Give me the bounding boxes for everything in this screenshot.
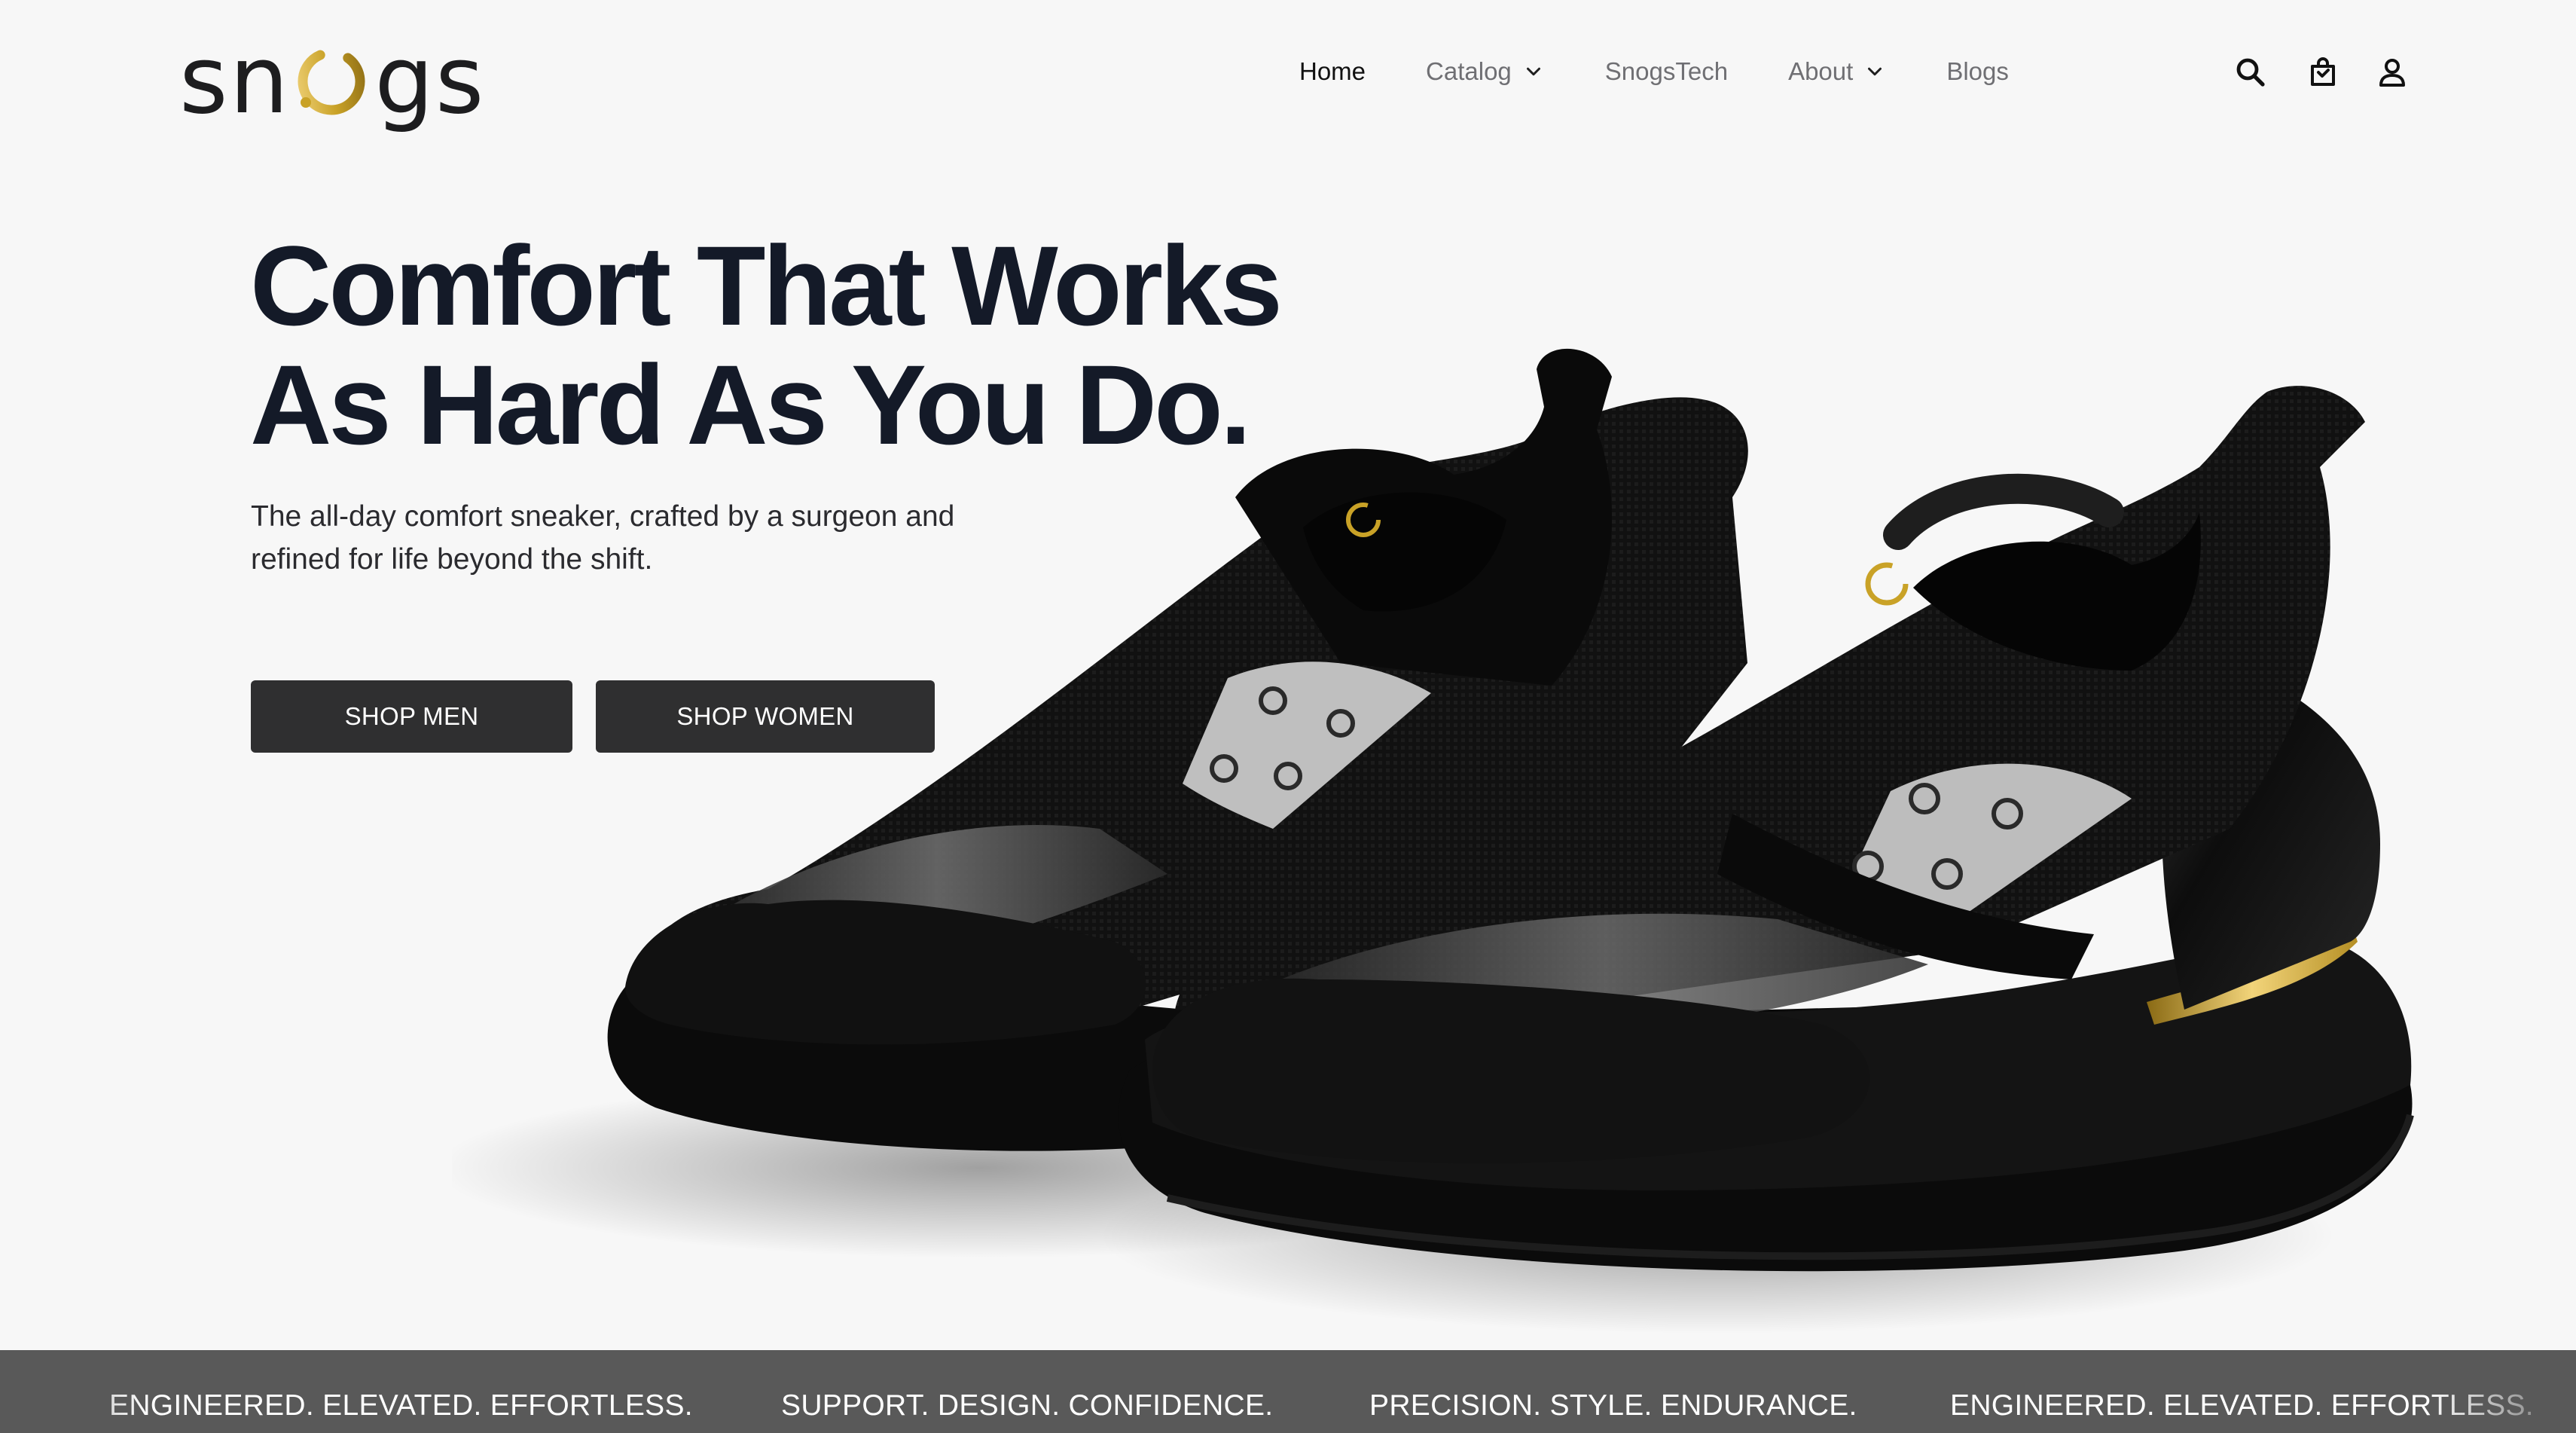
marquee-item: ENGINEERED. ELEVATED. EFFORTLESS. bbox=[109, 1389, 693, 1422]
marquee-item: SUPPORT. DESIGN. CONFIDENCE. bbox=[781, 1389, 1274, 1422]
nav-blogs-label: Blogs bbox=[1946, 57, 2009, 85]
search-icon[interactable] bbox=[2233, 53, 2269, 92]
hero-sneakers-image bbox=[452, 348, 2414, 1334]
logo-ring-icon bbox=[298, 47, 365, 115]
nav-catalog-label: Catalog bbox=[1426, 57, 1512, 85]
marquee-fade-right bbox=[2425, 1350, 2576, 1433]
site-header: sn gs Home Catalog SnogsTech About Blogs bbox=[0, 0, 2576, 143]
nav-about[interactable]: About bbox=[1788, 57, 1886, 86]
hero-title-line1: Comfort That Works bbox=[250, 222, 1283, 349]
account-icon[interactable] bbox=[2374, 53, 2410, 92]
nav-snogstech[interactable]: SnogsTech bbox=[1605, 57, 1728, 86]
nav-snogstech-label: SnogsTech bbox=[1604, 57, 1729, 85]
chevron-down-icon bbox=[1868, 67, 1882, 76]
nav-catalog[interactable]: Catalog bbox=[1426, 57, 1545, 86]
chevron-down-icon bbox=[1526, 67, 1540, 76]
nav-home[interactable]: Home bbox=[1299, 57, 1366, 86]
nav-about-label: About bbox=[1788, 57, 1854, 85]
tagline-marquee: ENGINEERED. ELEVATED. EFFORTLESS. SUPPOR… bbox=[0, 1350, 2576, 1433]
marquee-item: PRECISION. STYLE. ENDURANCE. bbox=[1369, 1389, 1857, 1422]
brand-logo[interactable]: sn gs bbox=[179, 24, 496, 137]
logo-text-right: gs bbox=[374, 26, 486, 135]
main-nav: Home Catalog SnogsTech About Blogs bbox=[1299, 53, 2069, 90]
logo-text-left: sn bbox=[179, 26, 291, 135]
nav-home-label: Home bbox=[1299, 57, 1366, 85]
marquee-fade-left bbox=[0, 1350, 151, 1433]
cart-icon[interactable] bbox=[2305, 53, 2341, 92]
nav-blogs[interactable]: Blogs bbox=[1946, 57, 2009, 86]
